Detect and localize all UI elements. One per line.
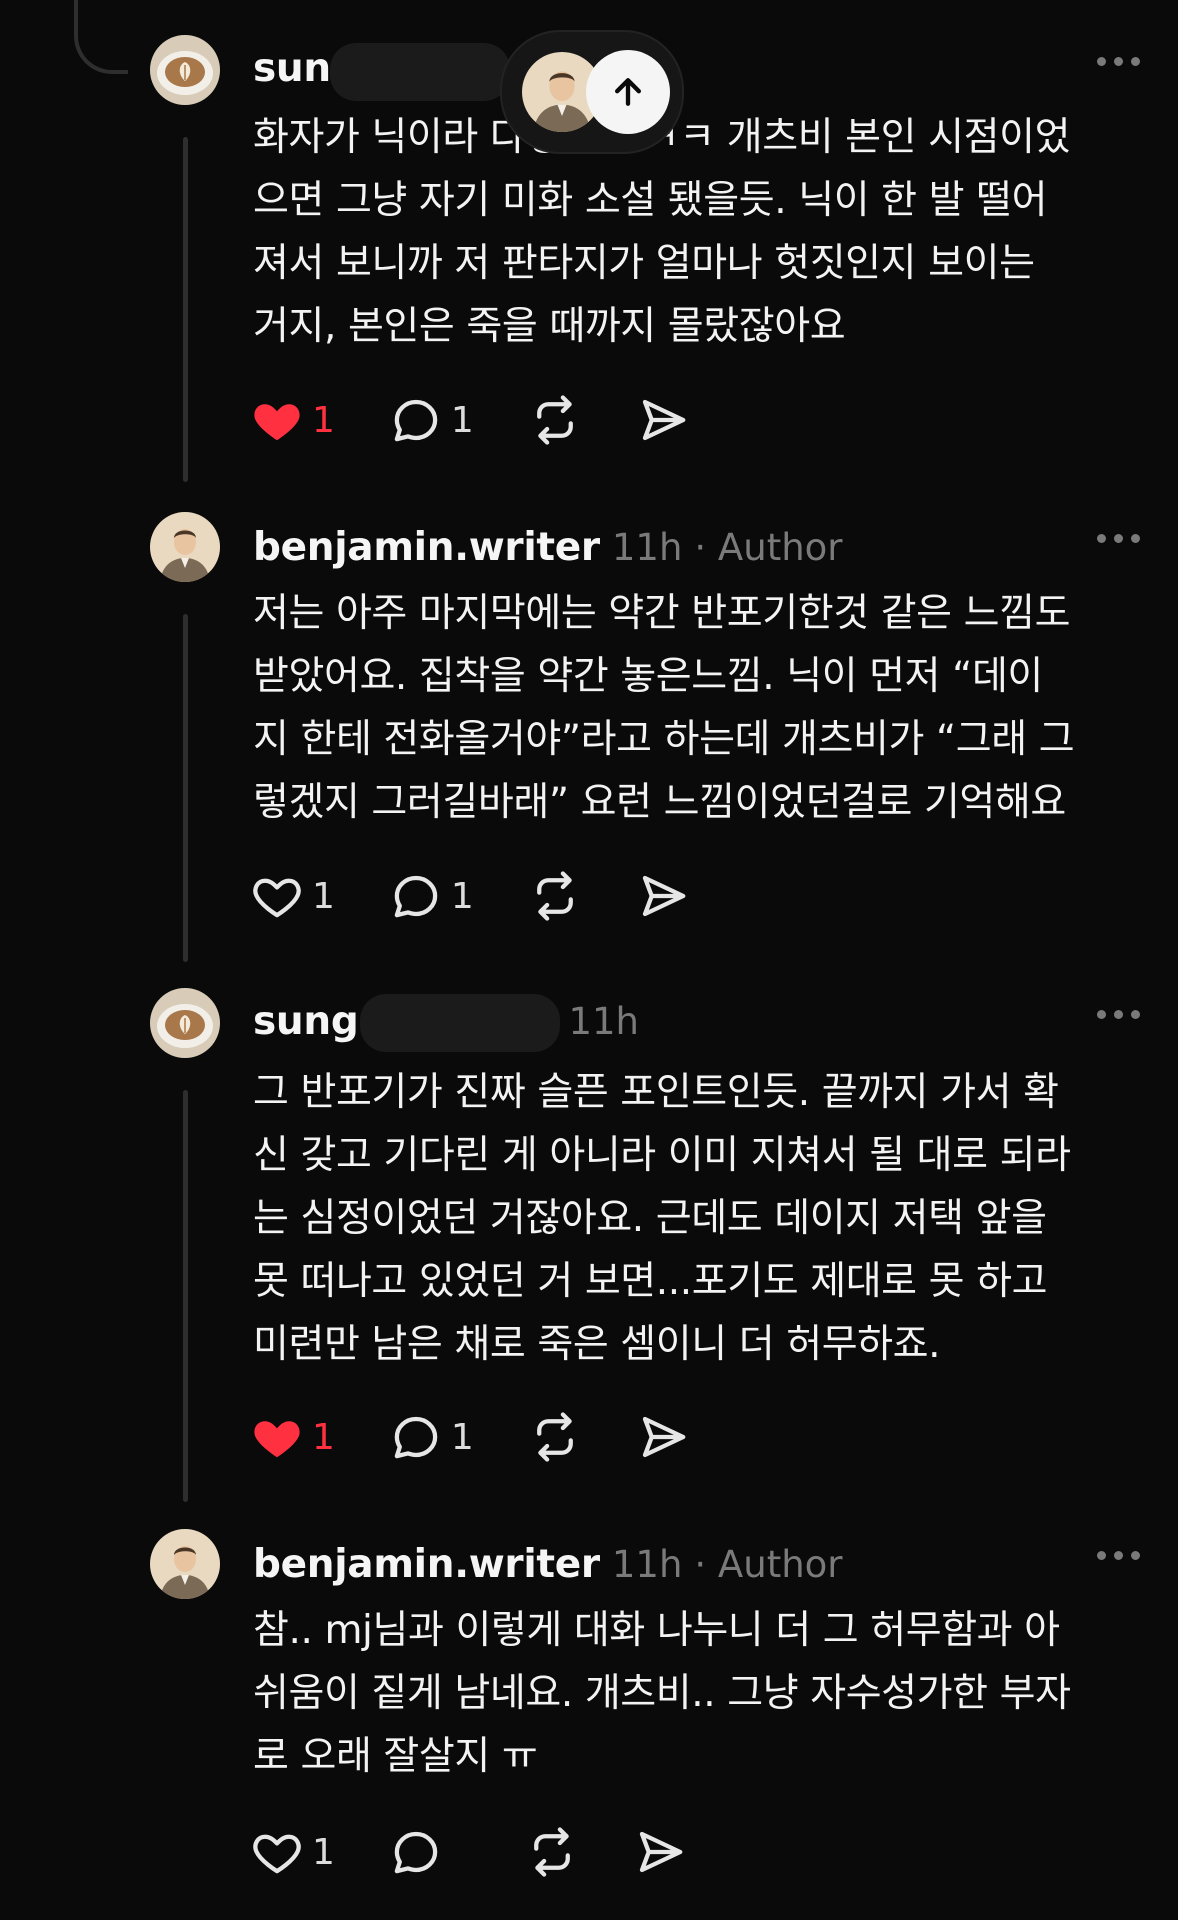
comment-bubble-icon [394, 399, 438, 442]
thread-connector [74, 0, 128, 74]
comment-bubble-icon [394, 875, 438, 918]
redaction-mark [360, 994, 560, 1052]
send-icon [639, 1831, 683, 1873]
latte-art-avatar-icon [150, 35, 220, 105]
username[interactable]: benjamin.writer [253, 525, 600, 570]
more-dots-icon[interactable] [1097, 1010, 1140, 1019]
reply-button[interactable]: 1 [389, 866, 474, 926]
comment-bubble-icon [394, 1831, 438, 1874]
heart-icon [253, 878, 301, 918]
avatar[interactable] [150, 1529, 220, 1599]
username[interactable]: benjamin.writer [253, 1542, 600, 1587]
post-time: 11h [568, 999, 639, 1043]
like-button[interactable]: 1 [250, 866, 335, 926]
arrow-up-icon [615, 78, 641, 106]
like-count: 1 [312, 399, 335, 441]
repost-icon [536, 871, 573, 921]
scroll-to-top-pill[interactable] [500, 30, 684, 154]
reply-button[interactable]: 1 [389, 390, 474, 450]
heart-icon [253, 1834, 301, 1874]
repost-icon [534, 1827, 570, 1877]
send-icon [642, 399, 686, 441]
repost-button[interactable] [528, 1407, 582, 1467]
avatar[interactable] [150, 512, 220, 582]
repost-icon [536, 1412, 573, 1462]
username[interactable]: sun [253, 46, 331, 91]
post-text: 저는 아주 마지막에는 약간 반포기한것 같은 느낌도 받았어요. 집착을 약간… [253, 591, 1075, 825]
action-bar: 1 1 [250, 1407, 744, 1467]
like-button[interactable]: 1 [250, 390, 335, 450]
reply-count: 1 [450, 875, 474, 917]
thread-line [183, 1090, 188, 1502]
share-button[interactable] [636, 1407, 690, 1467]
repost-button[interactable] [528, 866, 582, 926]
post-time: 11h [611, 525, 683, 569]
share-button[interactable] [633, 1822, 687, 1882]
post-text: 그 반포기가 진짜 슬픈 포인트인듯. 끝까지 가서 확 신 갖고 기다린 게 … [253, 1070, 1071, 1367]
man-portrait-avatar-icon [150, 512, 220, 582]
heart-icon [254, 404, 300, 441]
reply-count: 1 [450, 399, 474, 441]
like-count: 1 [312, 1416, 335, 1458]
send-icon [642, 875, 686, 917]
reply-button[interactable]: 1 [389, 1407, 474, 1467]
like-count: 1 [312, 875, 335, 917]
post-text: 참.. mj님과 이렇게 대화 나누니 더 그 허무함과 아 쉬움이 짙게 남네… [253, 1608, 1071, 1779]
man-portrait-avatar-icon [150, 1529, 220, 1599]
reply-button[interactable] [389, 1822, 471, 1882]
like-count: 1 [312, 1831, 335, 1873]
more-dots-icon[interactable] [1097, 57, 1140, 66]
like-button[interactable]: 1 [250, 1822, 335, 1882]
latte-art-avatar-icon [150, 988, 220, 1058]
more-dots-icon[interactable] [1097, 1551, 1140, 1560]
post-time: 11h [611, 1542, 683, 1586]
share-button[interactable] [636, 866, 690, 926]
redaction-mark [330, 43, 510, 101]
action-bar: 1 1 [250, 390, 744, 450]
author-tag: · Author [694, 525, 843, 569]
repost-button[interactable] [528, 390, 582, 450]
action-bar: 1 1 [250, 866, 744, 926]
send-icon [642, 1416, 686, 1458]
scroll-top-button[interactable] [586, 50, 670, 134]
author-tag: · Author [694, 1542, 843, 1586]
comment-bubble-icon [394, 1416, 438, 1459]
action-bar: 1 [250, 1822, 741, 1882]
repost-icon [536, 395, 573, 445]
reply-count: 1 [450, 1416, 474, 1458]
share-button[interactable] [636, 390, 690, 450]
like-button[interactable]: 1 [250, 1407, 335, 1467]
heart-icon [254, 1421, 300, 1458]
thread-line [183, 137, 188, 482]
avatar[interactable] [150, 988, 220, 1058]
avatar[interactable] [150, 35, 220, 105]
thread-line [183, 614, 188, 962]
repost-button[interactable] [525, 1822, 579, 1882]
post-text: 화자가 닉이라 다행이죠 ㅋㅋ 개츠비 본인 시점이었 으면 그냥 자기 미화 … [253, 115, 1071, 349]
username[interactable]: sung [253, 999, 359, 1044]
more-dots-icon[interactable] [1097, 534, 1140, 543]
